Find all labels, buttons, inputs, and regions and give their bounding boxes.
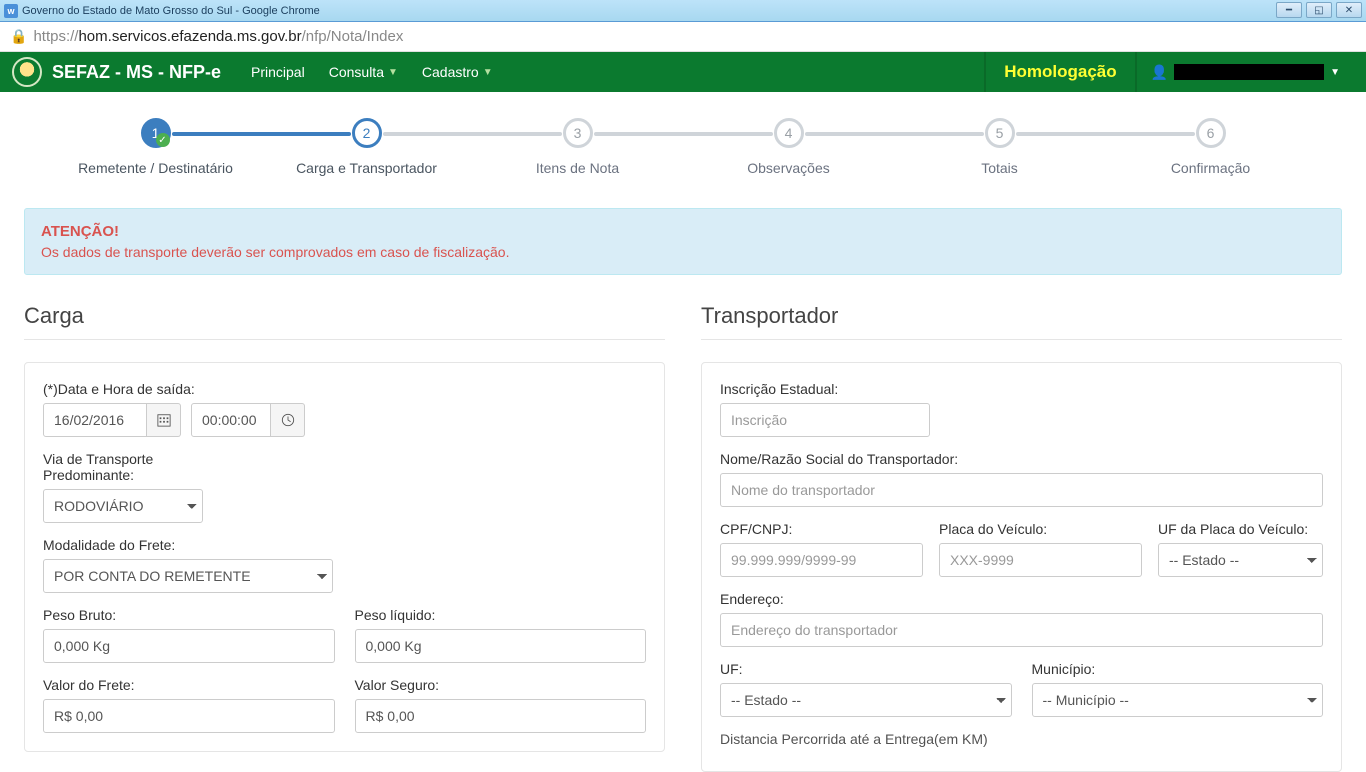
inscricao-label: Inscrição Estadual: xyxy=(720,381,1323,397)
window-maximize-button[interactable]: ◱ xyxy=(1306,2,1332,18)
nav-principal[interactable]: Principal xyxy=(251,64,305,80)
window-title: Governo do Estado de Mato Grosso do Sul … xyxy=(22,5,320,17)
app-favicon: w xyxy=(4,4,18,18)
placa-label: Placa do Veículo: xyxy=(939,521,1142,537)
via-transporte-label: Via de Transporte Predominante: xyxy=(43,451,203,483)
brand-title[interactable]: SEFAZ - MS - NFP-e xyxy=(52,62,221,83)
url-host: hom.servicos.efazenda.ms.gov.br xyxy=(78,28,301,45)
window-titlebar: w Governo do Estado de Mato Grosso do Su… xyxy=(0,0,1366,22)
chevron-down-icon: ▼ xyxy=(1330,67,1340,78)
chevron-down-icon: ▼ xyxy=(483,67,493,78)
nome-transportador-input[interactable] xyxy=(720,473,1323,507)
time-input-group xyxy=(191,403,305,437)
modalidade-frete-select[interactable]: POR CONTA DO REMETENTE xyxy=(43,559,333,593)
peso-bruto-input[interactable] xyxy=(43,629,335,663)
uf-select[interactable]: -- Estado -- xyxy=(720,683,1012,717)
nav-cadastro[interactable]: Cadastro▼ xyxy=(422,64,493,80)
divider xyxy=(24,339,665,340)
step-totais[interactable]: 5 Totais xyxy=(894,118,1105,176)
municipio-label: Município: xyxy=(1032,661,1324,677)
env-badge-container: Homologação xyxy=(984,52,1136,92)
step-confirmacao[interactable]: 6 Confirmação xyxy=(1105,118,1316,176)
lock-icon: 🔒 xyxy=(10,28,27,45)
uf-placa-select[interactable]: -- Estado -- xyxy=(1158,543,1323,577)
wizard-stepper: 1✓ Remetente / Destinatário 2 Carga e Tr… xyxy=(0,92,1366,196)
time-input[interactable] xyxy=(191,403,271,437)
transportador-section: Transportador Inscrição Estadual: Nome/R… xyxy=(701,303,1342,772)
modalidade-label: Modalidade do Frete: xyxy=(43,537,646,553)
alert-text: Os dados de transporte deverão ser compr… xyxy=(41,244,1325,260)
peso-bruto-label: Peso Bruto: xyxy=(43,607,335,623)
user-icon: 👤 xyxy=(1151,64,1168,81)
user-name-redacted xyxy=(1174,64,1324,80)
clock-icon[interactable] xyxy=(271,403,305,437)
endereco-input[interactable] xyxy=(720,613,1323,647)
cpf-cnpj-input[interactable] xyxy=(720,543,923,577)
valor-seguro-label: Valor Seguro: xyxy=(355,677,647,693)
url-path: /nfp/Nota/Index xyxy=(302,28,404,45)
step-remetente[interactable]: 1✓ Remetente / Destinatário xyxy=(50,118,261,176)
user-menu[interactable]: 👤 ▼ xyxy=(1137,64,1354,81)
peso-liquido-input[interactable] xyxy=(355,629,647,663)
transportador-title: Transportador xyxy=(701,303,1342,329)
check-icon: ✓ xyxy=(156,133,170,147)
brand-crest-icon xyxy=(12,57,42,87)
cpf-cnpj-label: CPF/CNPJ: xyxy=(720,521,923,537)
peso-liquido-label: Peso líquido: xyxy=(355,607,647,623)
window-close-button[interactable]: ✕ xyxy=(1336,2,1362,18)
env-badge: Homologação xyxy=(1004,62,1116,82)
via-transporte-select[interactable]: RODOVIÁRIO xyxy=(43,489,203,523)
nav-consulta[interactable]: Consulta▼ xyxy=(329,64,398,80)
carga-section: Carga (*)Data e Hora de saída: xyxy=(24,303,665,772)
window-minimize-button[interactable]: ━ xyxy=(1276,2,1302,18)
date-input-group xyxy=(43,403,181,437)
alert-title: ATENÇÃO! xyxy=(41,223,1325,240)
nome-razao-label: Nome/Razão Social do Transportador: xyxy=(720,451,1323,467)
attention-alert: ATENÇÃO! Os dados de transporte deverão … xyxy=(24,208,1342,275)
date-input[interactable] xyxy=(43,403,147,437)
divider xyxy=(701,339,1342,340)
chevron-down-icon: ▼ xyxy=(388,67,398,78)
carga-title: Carga xyxy=(24,303,665,329)
endereco-label: Endereço: xyxy=(720,591,1323,607)
municipio-select[interactable]: -- Município -- xyxy=(1032,683,1324,717)
distancia-label: Distancia Percorrida até a Entrega(em KM… xyxy=(720,731,1323,747)
address-bar[interactable]: 🔒 https:// hom.servicos.efazenda.ms.gov.… xyxy=(0,22,1366,52)
valor-frete-label: Valor do Frete: xyxy=(43,677,335,693)
step-carga[interactable]: 2 Carga e Transportador xyxy=(261,118,472,176)
uf-label: UF: xyxy=(720,661,1012,677)
top-nav: SEFAZ - MS - NFP-e Principal Consulta▼ C… xyxy=(0,52,1366,92)
uf-placa-label: UF da Placa do Veículo: xyxy=(1158,521,1323,537)
step-observacoes[interactable]: 4 Observações xyxy=(683,118,894,176)
calendar-icon[interactable] xyxy=(147,403,181,437)
data-hora-label: (*)Data e Hora de saída: xyxy=(43,381,646,397)
inscricao-estadual-input[interactable] xyxy=(720,403,930,437)
url-scheme: https:// xyxy=(33,28,78,45)
step-itens[interactable]: 3 Itens de Nota xyxy=(472,118,683,176)
placa-veiculo-input[interactable] xyxy=(939,543,1142,577)
